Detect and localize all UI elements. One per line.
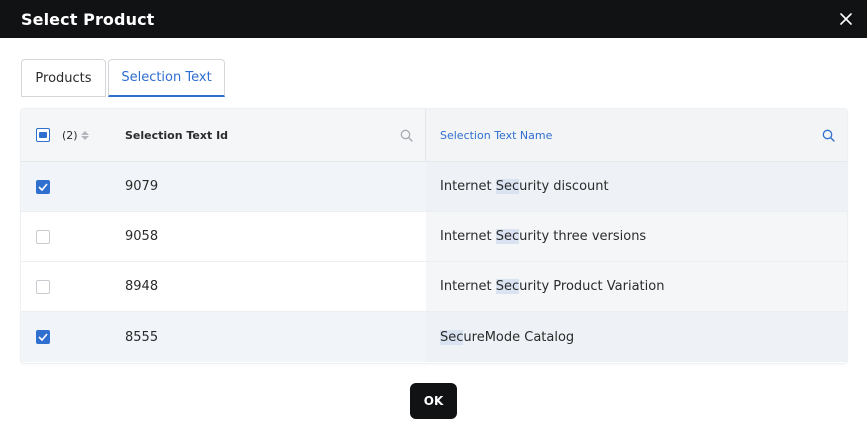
cell-id: 9079	[125, 179, 159, 194]
row-checkbox[interactable]	[36, 229, 50, 244]
header-name-label: Selection Text Name	[440, 128, 553, 142]
cell-name: Internet Sec urity three versions	[426, 212, 847, 261]
dialog-titlebar: Select Product	[0, 0, 867, 38]
search-match-highlight: Sec	[440, 329, 464, 345]
search-match-highlight: Sec	[495, 179, 520, 194]
row-checkbox[interactable]	[36, 279, 50, 294]
search-match-highlight: Sec	[495, 279, 520, 294]
table-row[interactable]: 9058 Internet Sec urity three versions	[21, 212, 847, 262]
selected-count: (2)	[62, 128, 78, 142]
ok-button[interactable]: OK	[410, 383, 457, 419]
checkmark-icon	[38, 182, 48, 191]
cell-name: Sec ureMode Catalog	[426, 312, 847, 362]
table-row[interactable]: 8555 Sec ureMode Catalog	[21, 312, 847, 362]
select-product-dialog: Select Product Products Selection Text (…	[0, 0, 867, 439]
cell-id: 9058	[111, 212, 426, 261]
search-icon[interactable]	[400, 129, 413, 142]
tab-products[interactable]: Products	[21, 59, 106, 97]
row-checkbox[interactable]	[36, 179, 50, 194]
search-match-highlight: Sec	[495, 229, 520, 244]
close-button[interactable]	[837, 10, 855, 28]
selection-text-grid: (2) Selection Text Id Selection Text Nam…	[21, 109, 847, 363]
dialog-title: Select Product	[21, 9, 155, 29]
sort-icon[interactable]	[80, 130, 89, 140]
cell-id: 8555	[125, 329, 159, 345]
table-row[interactable]: 9079 Internet Sec urity discount	[21, 162, 847, 212]
cell-name: Internet Sec urity Product Variation	[426, 262, 847, 311]
close-icon	[840, 13, 852, 25]
tab-bar: Products Selection Text	[21, 59, 227, 98]
header-id-label: Selection Text Id	[125, 128, 229, 142]
header-select-cell: (2)	[21, 109, 111, 161]
table-row[interactable]: 8948 Internet Sec urity Product Variation	[21, 262, 847, 312]
header-selection-text-name[interactable]: Selection Text Name	[426, 109, 847, 161]
row-checkbox[interactable]	[36, 330, 50, 344]
search-icon[interactable]	[822, 129, 835, 142]
checkmark-icon	[38, 333, 48, 341]
header-selection-text-id[interactable]: Selection Text Id	[111, 109, 426, 161]
tab-selection-text[interactable]: Selection Text	[108, 59, 225, 97]
select-all-checkbox[interactable]	[36, 128, 50, 142]
cell-id: 8948	[125, 279, 159, 294]
cell-name: Internet Sec urity discount	[426, 162, 847, 211]
grid-header: (2) Selection Text Id Selection Text Nam…	[21, 109, 847, 162]
